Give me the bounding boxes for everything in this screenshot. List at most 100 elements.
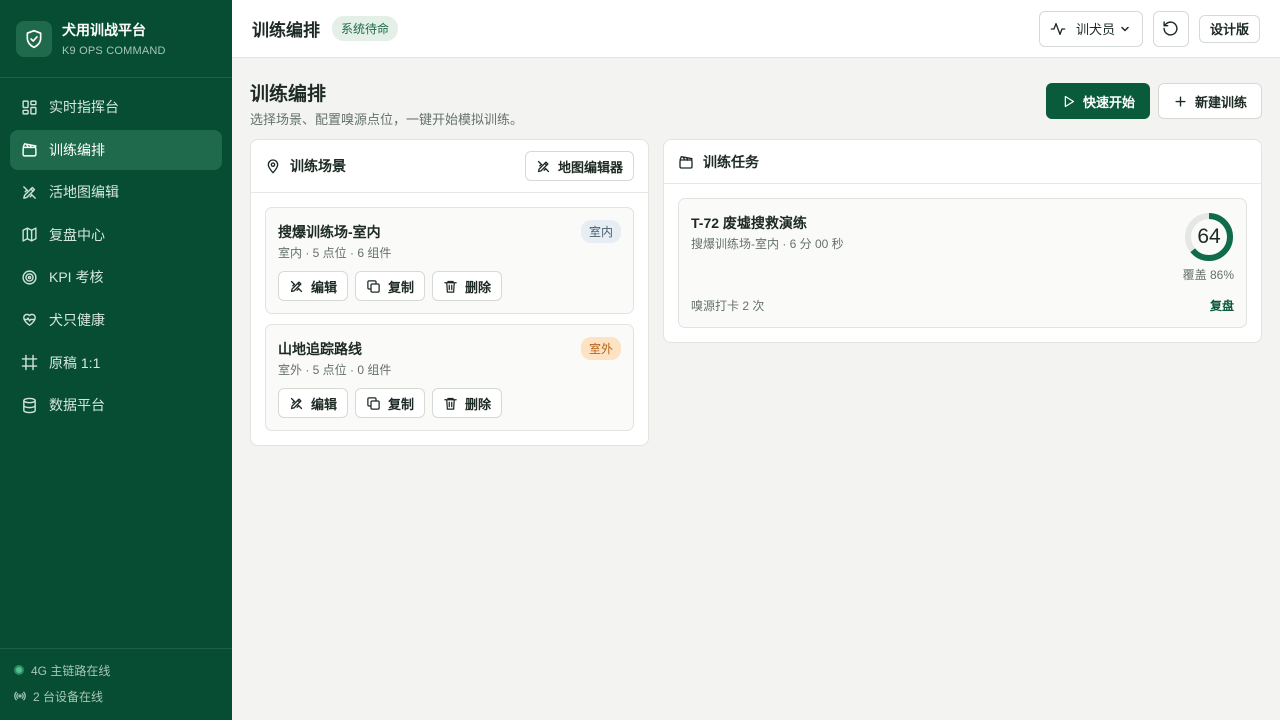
device-status: 2 台设备在线 bbox=[14, 689, 218, 704]
heart-pulse-icon bbox=[20, 311, 38, 329]
scene-card[interactable]: 搜爆训练场-室内 室内 · 5 点位 · 6 组件 室内 编辑 复制 删除 bbox=[265, 207, 634, 314]
sidebar-item-label: 原稿 1:1 bbox=[49, 354, 101, 371]
map-pin-icon bbox=[265, 158, 281, 174]
scene-meta: 室内 · 5 点位 · 6 组件 bbox=[278, 246, 392, 260]
map-editor-label: 地图编辑器 bbox=[557, 159, 623, 175]
scene-name: 山地追踪路线 bbox=[278, 341, 362, 357]
quick-start-label: 快速开始 bbox=[1082, 94, 1135, 110]
sidebar: 犬用训战平台 K9 OPS COMMAND 实时指挥台 训练编排 活地图编辑 复… bbox=[0, 0, 232, 720]
coverage-text: 覆盖 86% bbox=[1182, 268, 1234, 282]
sidebar-item-label: 复盘中心 bbox=[49, 226, 105, 243]
copy-label: 复制 bbox=[388, 279, 415, 295]
sidebar-item-training-plan[interactable]: 训练编排 bbox=[10, 129, 222, 170]
topbar-actions: 训犬员 设计版 bbox=[1038, 10, 1260, 47]
quick-start-button[interactable]: 快速开始 bbox=[1046, 83, 1150, 119]
page-subtitle: 选择场景、配置嗅源点位，一键开始模拟训练。 bbox=[250, 112, 524, 127]
activity-icon bbox=[1050, 21, 1066, 37]
online-dot-icon bbox=[14, 665, 24, 675]
scene-card[interactable]: 山地追踪路线 室外 · 5 点位 · 0 组件 室外 编辑 复制 删除 bbox=[265, 324, 634, 431]
copy-button[interactable]: 复制 bbox=[355, 388, 426, 418]
broadcast-icon bbox=[14, 690, 26, 702]
design-version-button[interactable]: 设计版 bbox=[1198, 14, 1260, 43]
tasks-panel: 训练任务 T-72 废墟搜救演练 搜爆训练场-室内 · 6 分 00 秒 64 … bbox=[663, 139, 1262, 343]
tasks-panel-header: 训练任务 bbox=[664, 140, 1261, 184]
new-training-button[interactable]: 新建训练 bbox=[1158, 83, 1262, 119]
pen-ruler-icon bbox=[289, 279, 304, 294]
role-select[interactable]: 训犬员 bbox=[1038, 10, 1143, 47]
checkin-count: 嗅源打卡 2 次 bbox=[691, 299, 765, 313]
refresh-button[interactable] bbox=[1152, 10, 1189, 47]
sidebar-item-label: 活地图编辑 bbox=[49, 184, 119, 201]
play-icon bbox=[1061, 94, 1076, 109]
sidebar-item-label: 数据平台 bbox=[49, 397, 105, 414]
sidebar-item-original[interactable]: 原稿 1:1 bbox=[10, 343, 222, 383]
map-editor-button[interactable]: 地图编辑器 bbox=[524, 151, 634, 181]
scene-meta: 室外 · 5 点位 · 0 组件 bbox=[278, 363, 392, 377]
device-status-text: 2 台设备在线 bbox=[33, 689, 104, 704]
pen-ruler-icon bbox=[536, 159, 551, 174]
scenes-panel: 训练场景 地图编辑器 搜爆训练场-室内 室内 · 5 点位 · 6 组件 室内 … bbox=[250, 139, 649, 446]
brand-title: 犬用训战平台 bbox=[62, 22, 146, 38]
copy-button[interactable]: 复制 bbox=[355, 271, 426, 301]
sidebar-item-kpi[interactable]: KPI 考核 bbox=[10, 257, 222, 297]
shield-check-icon bbox=[16, 20, 52, 57]
edit-label: 编辑 bbox=[311, 396, 338, 412]
edit-button[interactable]: 编辑 bbox=[278, 388, 349, 418]
trash-icon bbox=[443, 279, 458, 294]
scene-type-tag: 室内 bbox=[580, 220, 621, 243]
link-status-text: 4G 主链路在线 bbox=[31, 663, 111, 678]
sidebar-footer: 4G 主链路在线 2 台设备在线 bbox=[0, 648, 232, 720]
sidebar-item-live-command[interactable]: 实时指挥台 bbox=[10, 87, 222, 127]
sidebar-item-data-platform[interactable]: 数据平台 bbox=[10, 385, 222, 425]
pen-ruler-icon bbox=[289, 396, 304, 411]
sidebar-item-label: 犬只健康 bbox=[49, 311, 105, 328]
copy-icon bbox=[366, 396, 381, 411]
target-icon bbox=[20, 268, 38, 286]
delete-button[interactable]: 删除 bbox=[432, 388, 503, 418]
sidebar-item-review-center[interactable]: 复盘中心 bbox=[10, 215, 222, 255]
sidebar-item-dog-health[interactable]: 犬只健康 bbox=[10, 300, 222, 340]
clapperboard-icon bbox=[20, 141, 38, 159]
scenes-panel-title: 训练场景 bbox=[290, 158, 346, 174]
copy-label: 复制 bbox=[388, 396, 415, 412]
link-status: 4G 主链路在线 bbox=[14, 663, 218, 678]
main-content: 训练编排 选择场景、配置嗅源点位，一键开始模拟训练。 快速开始 新建训练 训练场… bbox=[232, 58, 1280, 720]
role-select-value: 训犬员 bbox=[1075, 22, 1115, 37]
review-link[interactable]: 复盘 bbox=[1210, 297, 1234, 314]
delete-button[interactable]: 删除 bbox=[432, 271, 503, 301]
sidebar-item-label: 实时指挥台 bbox=[49, 99, 119, 115]
sidebar-item-live-map-editor[interactable]: 活地图编辑 bbox=[10, 172, 222, 212]
scene-actions: 编辑 复制 删除 bbox=[278, 388, 509, 418]
edit-button[interactable]: 编辑 bbox=[278, 271, 349, 301]
pen-ruler-icon bbox=[20, 183, 38, 201]
clapperboard-icon bbox=[678, 154, 694, 170]
plus-icon bbox=[1173, 94, 1188, 109]
brand-subtitle: K9 OPS COMMAND bbox=[62, 45, 166, 57]
brand: 犬用训战平台 K9 OPS COMMAND bbox=[0, 0, 232, 78]
scene-name: 搜爆训练场-室内 bbox=[278, 224, 381, 240]
frame-icon bbox=[20, 354, 38, 372]
sidebar-item-label: KPI 考核 bbox=[49, 269, 104, 286]
copy-icon bbox=[366, 279, 381, 294]
delete-label: 删除 bbox=[465, 279, 492, 295]
topbar-title: 训练编排 bbox=[252, 21, 320, 40]
score-value: 64 bbox=[1197, 225, 1221, 248]
scene-actions: 编辑 复制 删除 bbox=[278, 271, 509, 301]
database-icon bbox=[20, 396, 38, 414]
sidebar-nav: 实时指挥台 训练编排 活地图编辑 复盘中心 KPI 考核 犬只健康 原稿 1:1… bbox=[0, 78, 232, 425]
task-name: T-72 废墟搜救演练 bbox=[691, 215, 807, 231]
edit-label: 编辑 bbox=[311, 279, 338, 295]
new-training-label: 新建训练 bbox=[1194, 94, 1247, 110]
task-card[interactable]: T-72 废墟搜救演练 搜爆训练场-室内 · 6 分 00 秒 64 覆盖 86… bbox=[678, 198, 1247, 328]
sidebar-item-label: 训练编排 bbox=[49, 141, 105, 158]
scenes-panel-header: 训练场景 地图编辑器 bbox=[251, 140, 648, 193]
refresh-icon bbox=[1162, 20, 1179, 37]
scene-type-tag: 室外 bbox=[580, 337, 621, 360]
chevron-down-icon bbox=[1119, 23, 1131, 35]
map-icon bbox=[20, 226, 38, 244]
page-title: 训练编排 bbox=[250, 84, 327, 105]
dashboard-grid-icon bbox=[20, 98, 38, 116]
task-meta: 搜爆训练场-室内 · 6 分 00 秒 bbox=[691, 237, 844, 251]
delete-label: 删除 bbox=[465, 396, 492, 412]
topbar: 训练编排 系统待命 训犬员 设计版 bbox=[232, 0, 1280, 58]
